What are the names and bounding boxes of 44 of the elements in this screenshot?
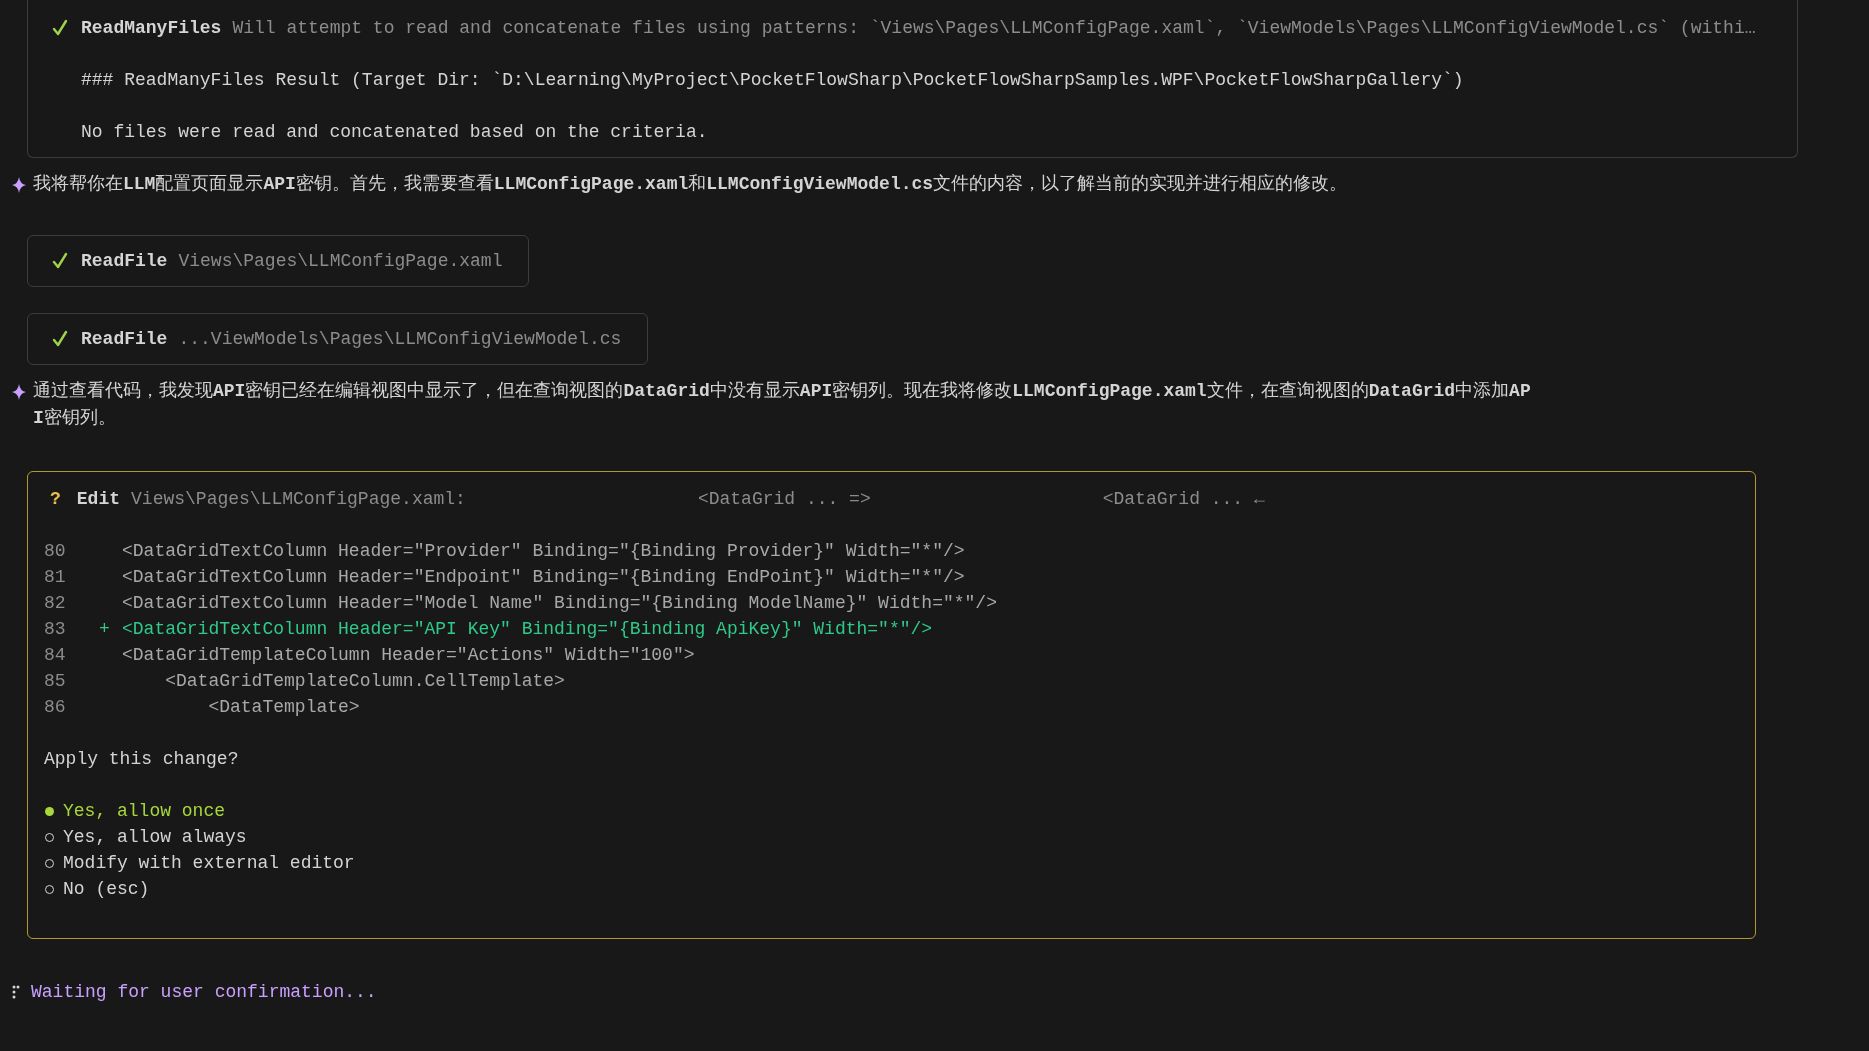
code-line: <DataGridTemplateColumn.CellTemplate> — [164, 670, 565, 693]
sparkle-icon — [12, 176, 26, 193]
code-line: <DataGridTemplateColumn Header="Actions" Width="100"> — [122, 644, 695, 667]
message-text: 通过查看代码，我发现API密钥已经在编辑视图中显示了，但在查询视图的DataGrid中没有显示API密钥列。现在我将修改LLMConfigPage.xaml文件，在查询视图的DataGrid中添加AP — [33, 380, 1531, 403]
line-number: 86 — [44, 696, 67, 719]
line-number: 82 — [44, 592, 67, 615]
question-mark: ? — [50, 488, 61, 511]
tool-name: ReadFile — [81, 250, 168, 273]
line-number: 83 — [44, 618, 67, 641]
status-text: Waiting for user confirmation... — [31, 981, 377, 1004]
option-item[interactable]: No (esc) — [44, 876, 150, 902]
file-path: ...ViewModels\Pages\LLMConfigViewModel.cs — [178, 328, 622, 351]
sparkle-icon — [12, 383, 26, 400]
option-item[interactable]: Yes, allow once — [44, 798, 226, 824]
new-snippet: <DataGrid ... ← — [1102, 488, 1265, 511]
checkmark-icon — [52, 19, 68, 37]
added-marker: + — [99, 619, 110, 639]
line-number: 84 — [44, 644, 67, 667]
code-line: <DataGridTextColumn Header="Model Name" Binding="{Binding ModelName}" Width="*"/> — [122, 592, 997, 615]
tool-name: ReadManyFiles — [81, 17, 222, 40]
checkmark-icon — [52, 330, 68, 348]
option-item[interactable]: Modify with external editor — [44, 850, 355, 876]
old-snippet: <DataGrid ... => — [697, 488, 871, 511]
code-line: <DataGridTextColumn Header="Provider" Binding="{Binding Provider}" Width="*"/> — [122, 540, 965, 563]
code-line: <DataGridTextColumn Header="Endpoint" Binding="{Binding EndPoint}" Width="*"/> — [122, 566, 965, 589]
edit-file-path: Views\Pages\LLMConfigPage.xaml: — [131, 488, 466, 511]
option-item[interactable]: Yes, allow always — [44, 824, 247, 850]
checkmark-icon — [52, 252, 68, 270]
result-heading: ### ReadManyFiles Result (Target Dir: `D:\Learning\MyProject\PocketFlowSharp\PocketFlowSharpSamples.WPF\PocketFlowSharpGallery`) — [81, 69, 1465, 92]
code-line: <DataTemplate> — [207, 696, 360, 719]
edit-label: Edit — [76, 488, 121, 511]
apply-question: Apply this change? — [44, 748, 240, 771]
tool-description: Will attempt to read and concatenate files using patterns: `Views\Pages\LLMConfigPage.xaml`, `ViewModels\Pages\LLMConfigViewModel.cs` (withi… — [232, 17, 1756, 40]
line-number: 80 — [44, 540, 67, 563]
result-text: No files were read and concatenated based on the criteria. — [81, 121, 709, 144]
line-number: 81 — [44, 566, 67, 589]
tool-name: ReadFile — [81, 328, 168, 351]
message-text: I密钥列。 — [33, 407, 117, 430]
radio-icon — [45, 806, 54, 816]
line-number: 85 — [44, 670, 67, 693]
message-text: 我将帮你在LLM配置页面显示API密钥。首先，我需要查看LLMConfigPage.xaml和LLMConfigViewModel.cs文件的内容，以了解当前的实现并进行相应的修改。 — [33, 173, 1348, 196]
code-line: <DataGridTextColumn Header="API Key" Binding="{Binding ApiKey}" Width="*"/> — [122, 618, 933, 641]
file-path: Views\Pages\LLMConfigPage.xaml — [178, 250, 503, 273]
spinner-icon — [12, 985, 20, 999]
